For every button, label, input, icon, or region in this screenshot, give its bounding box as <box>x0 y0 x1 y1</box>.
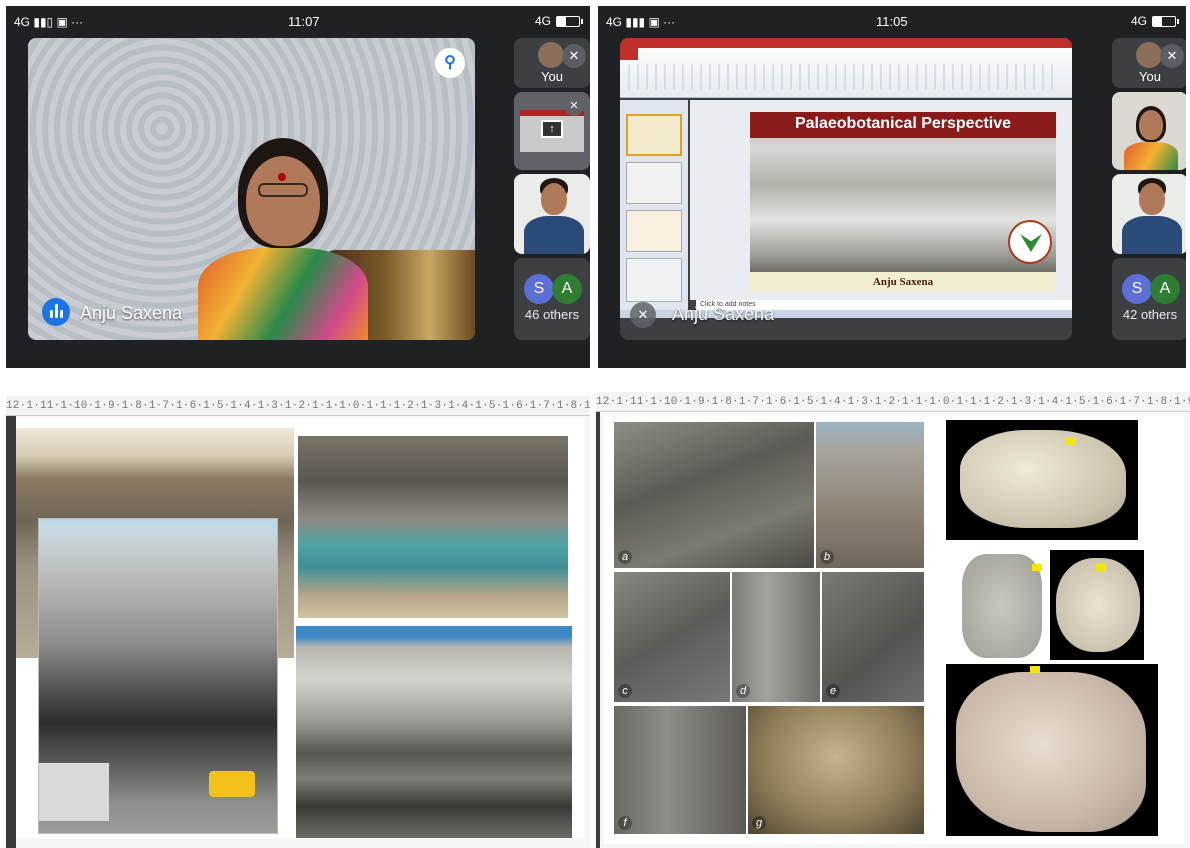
ruler-left <box>596 412 600 848</box>
fossil-panel-c: c <box>614 572 730 702</box>
self-tile[interactable]: ✕ You <box>514 38 590 88</box>
fossil-panel-b: b <box>816 422 924 568</box>
coal-seam-photo <box>296 626 572 838</box>
ppt-titlebar <box>620 38 1072 48</box>
slide-view-mines: 12·1·11·1·10·1·9·1·8·1·7·1·6·1·5·1·4·1·3… <box>6 396 590 848</box>
slide-thumbnails <box>620 100 688 310</box>
status-bar: 4G ▮▮▯ ▣ ··· 11:07 4G <box>6 6 590 36</box>
fossil-panel-a: a <box>614 422 814 568</box>
specimen-1 <box>946 420 1138 540</box>
speaking-icon <box>42 298 70 326</box>
fossil-panel-f: f <box>614 706 746 834</box>
slide-view-fossils: 12·1·11·1·10·1·9·1·8·1·7·1·6·1·5·1·4·1·3… <box>596 392 1190 848</box>
self-tile[interactable]: ✕ You <box>1112 38 1186 88</box>
selected-mine-photo[interactable] <box>38 518 278 834</box>
self-label: You <box>1139 69 1161 84</box>
avatar-a: A <box>552 274 582 304</box>
call-screen-1: 4G ▮▮▯ ▣ ··· 11:07 4G ⚲ Anju Saxena ✕ Yo… <box>6 6 590 368</box>
participant-tile[interactable] <box>514 174 590 254</box>
fossil-panel-e: e <box>822 572 924 702</box>
slide-area: a b c d e f g <box>604 416 1184 844</box>
participant-tile[interactable] <box>1112 174 1186 254</box>
mic-off-icon: ✕ <box>564 96 584 116</box>
participant-name: Anju Saxena <box>672 304 775 324</box>
ruler: 12·1·11·1·10·1·9·1·8·1·7·1·6·1·5·1·4·1·3… <box>596 392 1190 412</box>
call-screen-2: 4G ▮▮▮ ▣ ··· 11:05 4G Palaeobotanical Pe… <box>598 6 1186 368</box>
specimen-tag <box>1032 564 1042 571</box>
excavator <box>209 771 255 797</box>
others-tile[interactable]: S A 46 others <box>514 258 590 340</box>
clock: 11:05 <box>876 14 908 29</box>
specimen-2 <box>960 548 1044 660</box>
speaker-tile[interactable]: ⚲ Anju Saxena <box>28 38 475 340</box>
ruler-left <box>6 416 16 848</box>
avatar-s: S <box>1122 274 1152 304</box>
screen-share-tile[interactable]: Palaeobotanical Perspective Anju Saxena … <box>620 38 1072 340</box>
specimen-3 <box>1050 550 1144 660</box>
participant-name: Anju Saxena <box>80 303 183 323</box>
slide-area <box>16 418 584 838</box>
avatar-s: S <box>524 274 554 304</box>
slide-footer: Anju Saxena <box>750 272 1056 292</box>
mic-off-icon: ✕ <box>1160 44 1184 68</box>
network-indicator: 4G <box>534 14 551 28</box>
network-indicator: 4G <box>1130 14 1147 28</box>
battery-icon <box>556 15 583 27</box>
avatar <box>1136 42 1162 68</box>
others-count: 46 others <box>524 307 580 322</box>
slide-canvas: Palaeobotanical Perspective Anju Saxena <box>690 100 1072 300</box>
mic-off-icon: ✕ <box>562 44 586 68</box>
specimen-tag <box>1030 666 1040 673</box>
signal-icon: 4G ▮▮▯ ▣ ··· <box>14 15 84 29</box>
specimen-tag <box>1066 438 1076 445</box>
avatar-a: A <box>1150 274 1180 304</box>
participant-tile[interactable] <box>1112 92 1186 170</box>
self-label: You <box>541 69 563 84</box>
pin-icon[interactable]: ⚲ <box>435 48 465 78</box>
ppt-ribbon <box>620 48 1072 98</box>
others-tile[interactable]: S A 42 others <box>1112 258 1186 340</box>
fossil-panel-g: g <box>748 706 924 834</box>
fossil-panel-d: d <box>732 572 820 702</box>
clock: 11:07 <box>288 14 320 29</box>
slide-title: Palaeobotanical Perspective <box>750 112 1056 138</box>
others-count: 42 others <box>1122 307 1178 322</box>
specimen-4 <box>946 664 1158 836</box>
slide: Palaeobotanical Perspective Anju Saxena <box>750 112 1056 292</box>
status-bar: 4G ▮▮▮ ▣ ··· 11:05 4G <box>598 6 1186 36</box>
specimen-tag <box>1096 564 1106 571</box>
institute-logo <box>1008 220 1052 264</box>
signal-icon: 4G ▮▮▮ ▣ ··· <box>606 15 676 29</box>
ruler: 12·1·11·1·10·1·9·1·8·1·7·1·6·1·5·1·4·1·3… <box>6 396 590 416</box>
truck <box>39 763 109 821</box>
battery-icon <box>1152 15 1179 27</box>
presenter-video <box>178 138 388 340</box>
mic-off-icon: ✕ <box>630 302 656 328</box>
avatar <box>538 42 564 68</box>
present-icon: ↑ <box>541 120 563 138</box>
presentation-tile[interactable]: ↑ ✕ <box>514 92 590 170</box>
lake-photo <box>298 436 568 618</box>
